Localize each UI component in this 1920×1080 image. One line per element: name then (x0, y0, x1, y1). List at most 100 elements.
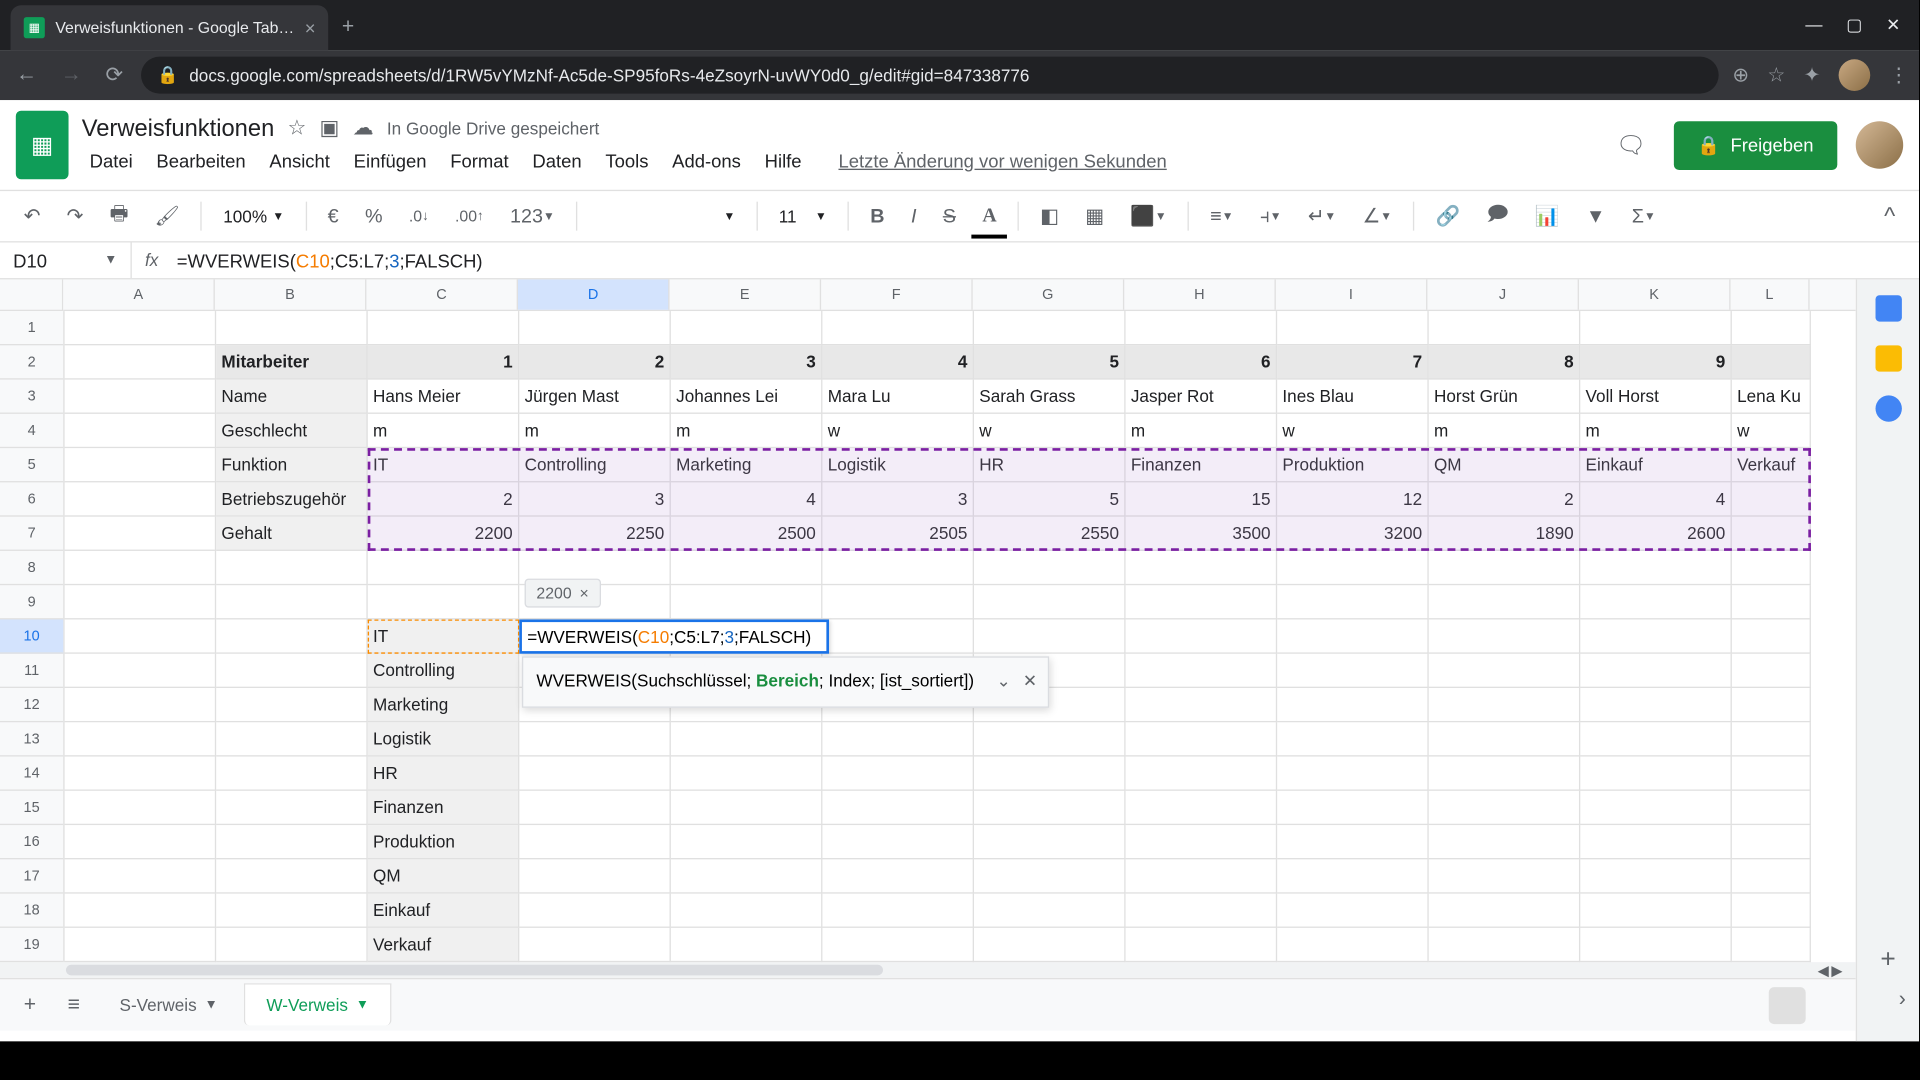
cell[interactable]: Finanzen (1126, 448, 1278, 482)
cell-editor[interactable]: =WVERWEIS(C10;C5:L7;3;FALSCH) (519, 619, 829, 653)
row-header[interactable]: 10 (0, 619, 63, 653)
row-header[interactable]: 16 (0, 825, 63, 859)
row-header[interactable]: 9 (0, 585, 63, 619)
cell[interactable]: Marketing (368, 688, 520, 722)
cell[interactable]: Verkauf (1732, 448, 1811, 482)
cell[interactable]: Ines Blau (1277, 380, 1429, 414)
menu-daten[interactable]: Daten (525, 144, 590, 176)
font-size-select[interactable]: 11 ▼ (768, 201, 837, 231)
merge-icon[interactable]: ⬛▼ (1120, 196, 1177, 236)
cell[interactable]: Marketing (671, 448, 823, 482)
browser-tab[interactable]: ▦ Verweisfunktionen - Google Tab… × (11, 5, 329, 50)
cell[interactable]: m (519, 414, 671, 448)
italic-icon[interactable]: I (900, 197, 927, 235)
cell[interactable]: m (368, 414, 520, 448)
col-header[interactable]: I (1276, 279, 1428, 309)
cell[interactable]: 5 (974, 482, 1126, 516)
cell[interactable]: Jürgen Mast (519, 380, 671, 414)
cell[interactable]: 3 (519, 482, 671, 516)
cell[interactable]: Name (216, 380, 368, 414)
col-header[interactable]: G (973, 279, 1125, 309)
col-header[interactable]: C (366, 279, 518, 309)
cell[interactable]: 6 (1126, 345, 1278, 379)
cell[interactable]: 2 (519, 345, 671, 379)
col-header[interactable]: H (1124, 279, 1276, 309)
doc-name[interactable]: Verweisfunktionen (82, 114, 275, 142)
cell[interactable]: HR (974, 448, 1126, 482)
menu-bearbeiten[interactable]: Bearbeiten (149, 144, 254, 176)
cell[interactable]: Johannes Lei (671, 380, 823, 414)
dec-decrease-icon[interactable]: .0↓ (398, 199, 439, 233)
cell[interactable]: 15 (1126, 482, 1278, 516)
row-header[interactable]: 4 (0, 414, 63, 448)
cloud-icon[interactable]: ☁ (353, 115, 374, 141)
cell[interactable]: 2550 (974, 517, 1126, 551)
add-addon-icon[interactable]: + (1880, 945, 1895, 975)
forward-icon[interactable]: → (55, 58, 87, 92)
back-icon[interactable]: ← (11, 58, 43, 92)
cell[interactable]: 1890 (1429, 517, 1581, 551)
number-format-select[interactable]: 123▼ (499, 197, 565, 235)
add-sheet-button[interactable]: + (11, 985, 50, 1025)
share-button[interactable]: 🔒 Freigeben (1673, 121, 1837, 170)
close-icon[interactable]: × (580, 584, 589, 602)
cell[interactable]: 3500 (1126, 517, 1278, 551)
cell[interactable]: IT (368, 619, 520, 653)
menu-icon[interactable]: ⋮ (1889, 63, 1909, 87)
cell[interactable]: 2 (1429, 482, 1581, 516)
cell[interactable]: 3 (671, 345, 823, 379)
currency-icon[interactable]: € (317, 197, 349, 235)
explore-button[interactable] (1769, 987, 1806, 1024)
redo-icon[interactable]: ↷ (56, 196, 94, 236)
cell[interactable]: 2600 (1580, 517, 1732, 551)
last-edit[interactable]: Letzte Änderung vor wenigen Sekunden (831, 144, 1175, 176)
gtranslate-icon[interactable]: ⊕ (1732, 63, 1749, 87)
cell[interactable]: 3 (822, 482, 974, 516)
cell[interactable]: w (822, 414, 974, 448)
cell[interactable]: Sarah Grass (974, 380, 1126, 414)
row-header[interactable]: 14 (0, 757, 63, 791)
link-icon[interactable]: 🔗 (1425, 196, 1471, 236)
close-window-icon[interactable]: ✕ (1886, 14, 1900, 35)
strike-icon[interactable]: S (932, 197, 966, 235)
chevron-down-icon[interactable]: ⌄ (997, 668, 1011, 694)
menu-format[interactable]: Format (442, 144, 516, 176)
bookmark-icon[interactable]: ☆ (1767, 63, 1785, 87)
cell[interactable]: 12 (1277, 482, 1429, 516)
collapse-toolbar-icon[interactable]: ^ (1874, 197, 1906, 235)
cell[interactable]: w (1732, 414, 1811, 448)
row-header[interactable]: 17 (0, 859, 63, 893)
row-header[interactable]: 13 (0, 722, 63, 756)
close-icon[interactable]: × (305, 17, 316, 38)
cell[interactable]: IT (368, 448, 520, 482)
print-icon[interactable]: 🖶 (99, 192, 139, 241)
cell[interactable]: HR (368, 757, 520, 791)
menu-datei[interactable]: Datei (82, 144, 141, 176)
cell[interactable]: 1 (368, 345, 520, 379)
minimize-icon[interactable]: — (1805, 14, 1822, 35)
font-select[interactable]: ▼ (588, 204, 746, 228)
fill-color-icon[interactable]: ◧ (1030, 196, 1070, 236)
cell[interactable]: Betriebszugehör (216, 482, 368, 516)
col-header[interactable]: K (1579, 279, 1731, 309)
row-header[interactable]: 2 (0, 345, 63, 379)
cell[interactable]: Voll Horst (1580, 380, 1732, 414)
chevron-down-icon[interactable]: ▼ (104, 253, 117, 267)
comments-icon[interactable]: 🗨 (1607, 121, 1654, 168)
formula-input[interactable]: =WVERWEIS(C10;C5:L7;3;FALSCH) (172, 250, 1920, 271)
select-all-corner[interactable] (0, 279, 63, 311)
percent-icon[interactable]: % (354, 197, 393, 235)
tasks-icon[interactable] (1875, 395, 1901, 421)
cell[interactable]: Logistik (368, 722, 520, 756)
borders-icon[interactable]: ▦ (1075, 196, 1115, 236)
move-icon[interactable]: ▣ (320, 115, 340, 141)
cell[interactable]: Produktion (1277, 448, 1429, 482)
cell[interactable]: Finanzen (368, 791, 520, 825)
menu-einfuegen[interactable]: Einfügen (346, 144, 435, 176)
cell[interactable]: 4 (1580, 482, 1732, 516)
filter-icon[interactable]: ▼ (1575, 197, 1616, 235)
row-header[interactable]: 6 (0, 482, 63, 516)
cell[interactable]: 4 (671, 482, 823, 516)
menu-ansicht[interactable]: Ansicht (261, 144, 337, 176)
cell[interactable]: Controlling (519, 448, 671, 482)
